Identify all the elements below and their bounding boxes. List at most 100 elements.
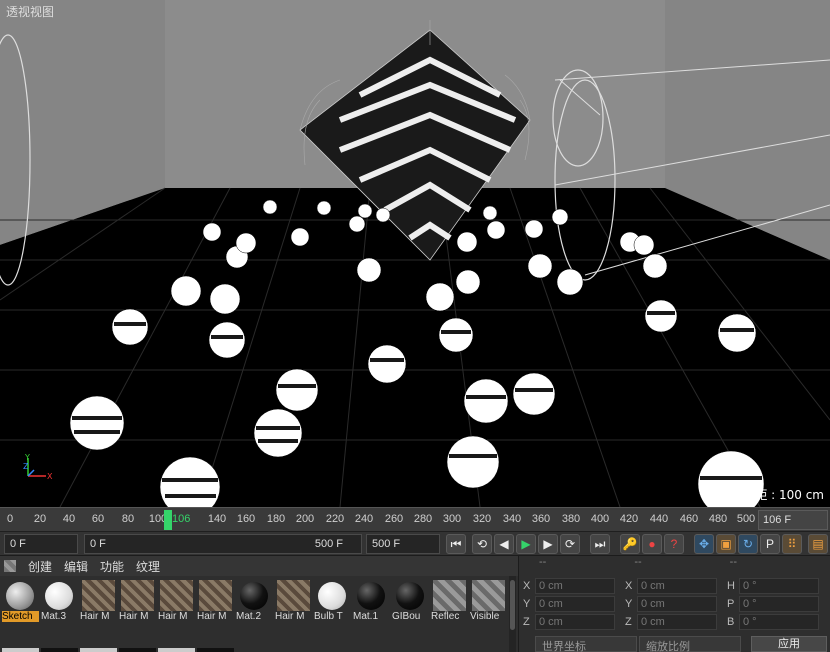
start-frame-field[interactable]: 0 F: [4, 534, 78, 554]
material-swatch[interactable]: Reflec: [431, 578, 468, 624]
end-frame-field[interactable]: 500 F: [366, 534, 440, 554]
rotation-header: --: [729, 556, 737, 568]
coord-value[interactable]: 0 cm: [535, 596, 615, 612]
material-swatch[interactable]: Bulb T: [314, 578, 351, 624]
scrollbar-thumb[interactable]: [510, 580, 515, 630]
ruler-tick-label: 220: [325, 513, 345, 525]
coord-value[interactable]: 0 °: [739, 596, 819, 612]
material-swatch[interactable]: Sketch: [2, 578, 39, 624]
viewport-title[interactable]: 透视视图: [6, 3, 54, 20]
frame-range-slider[interactable]: 0 F 500 F: [84, 534, 362, 554]
go-to-start-button[interactable]: ⏮: [446, 534, 466, 554]
cinema4d-window: 透视视图 网格间距 : 100 cm Y Z X 0 20 40 60 80 100 140…: [0, 0, 830, 652]
material-swatch[interactable]: Hair M: [119, 578, 156, 624]
size-header: --: [634, 556, 642, 568]
coord-axis-label: B: [727, 616, 735, 628]
perspective-viewport[interactable]: 透视视图 网格间距 : 100 cm Y Z X: [0, 0, 830, 507]
range-start-label: 0 F: [90, 538, 106, 550]
material-swatch[interactable]: Mat.3: [41, 578, 78, 624]
material-swatch[interactable]: Hair M: [275, 578, 312, 624]
coord-value[interactable]: 0 cm: [637, 578, 717, 594]
material-swatch[interactable]: Hair M: [158, 578, 195, 624]
material-name: Hair M: [275, 611, 305, 622]
material-swatch[interactable]: [119, 648, 156, 652]
material-swatch[interactable]: Hair M: [80, 578, 117, 624]
ruler-ticks[interactable]: 0 20 40 60 80 100 140 160 180 200 220 240 260 280 300 3…: [0, 508, 755, 532]
apply-button[interactable]: 应用: [751, 636, 827, 652]
axis-x-label: X: [47, 472, 53, 481]
coord-value[interactable]: 0 cm: [637, 614, 717, 630]
material-swatch[interactable]: [2, 648, 39, 652]
ruler-tick-label: 20: [33, 513, 47, 525]
material-swatch[interactable]: GIBou: [392, 578, 429, 624]
timeline-ruler[interactable]: 0 20 40 60 80 100 140 160 180 200 220 240 260 280 300 3…: [0, 507, 830, 531]
material-preview-icon: [394, 580, 427, 611]
material-swatch[interactable]: [80, 648, 117, 652]
play-button[interactable]: ▶: [516, 534, 536, 554]
ruler-tick-label: 0: [6, 513, 14, 525]
axis-gizmo-icon: Y Z X: [23, 454, 53, 481]
current-frame-field[interactable]: 106 F: [758, 510, 828, 530]
material-preview-icon: [238, 580, 271, 611]
material-preview-icon: [472, 580, 505, 611]
scale-tool-icon[interactable]: ▣: [716, 534, 736, 554]
key-icon[interactable]: 🔑: [620, 534, 640, 554]
rotate-tool-icon[interactable]: ↻: [738, 534, 758, 554]
grid-spacing-status: 网格间距 : 100 cm: [719, 488, 824, 502]
coord-field[interactable]: H 0 °: [727, 578, 819, 594]
material-preview-icon: [4, 580, 37, 611]
coord-value[interactable]: 0 cm: [637, 596, 717, 612]
material-preview-icon: [355, 580, 388, 611]
coord-field[interactable]: X 0 cm: [523, 578, 615, 594]
menu-function[interactable]: 功能: [100, 558, 124, 575]
coord-value[interactable]: 0 cm: [535, 578, 615, 594]
coord-field[interactable]: Y 0 cm: [523, 596, 615, 612]
menu-texture[interactable]: 纹理: [136, 558, 160, 575]
material-name: Visible: [470, 611, 500, 622]
coord-field[interactable]: X 0 cm: [625, 578, 717, 594]
parameter-icon[interactable]: P: [760, 534, 780, 554]
menu-create[interactable]: 创建: [28, 558, 52, 575]
next-frame-button[interactable]: ▶: [538, 534, 558, 554]
material-name: Hair M: [197, 611, 227, 622]
coord-field[interactable]: Z 0 cm: [523, 614, 615, 630]
coord-axis-label: Y: [625, 598, 633, 610]
coord-value[interactable]: 0 cm: [535, 614, 615, 630]
record-button[interactable]: ●: [642, 534, 662, 554]
material-scrollbar[interactable]: [509, 576, 516, 652]
material-swatch[interactable]: [41, 648, 78, 652]
ruler-tick-label: 180: [266, 513, 286, 525]
coord-axis-label: Y: [523, 598, 531, 610]
prev-frame-button[interactable]: ◀: [494, 534, 514, 554]
grid-snap-icon[interactable]: ⠿: [782, 534, 802, 554]
material-swatch[interactable]: [158, 648, 195, 652]
move-tool-icon[interactable]: ✥: [694, 534, 714, 554]
menu-edit[interactable]: 编辑: [64, 558, 88, 575]
coord-system-select[interactable]: 世界坐标: [535, 636, 637, 652]
ruler-tick-label: 320: [472, 513, 492, 525]
coord-field[interactable]: Z 0 cm: [625, 614, 717, 630]
prev-key-button[interactable]: ⟲: [472, 534, 492, 554]
coordinates-manager: -- -- -- X 0 cm X 0 cm H 0 ° Y 0 cm Y 0 cm P 0 ° Z 0 …: [518, 555, 830, 652]
playhead-marker[interactable]: [164, 510, 172, 530]
material-swatch[interactable]: [197, 648, 234, 652]
coord-value[interactable]: 0 °: [739, 614, 819, 630]
material-name: Mat.2: [236, 611, 262, 622]
scene-render: [0, 0, 830, 507]
material-name: Bulb T: [314, 611, 343, 622]
coord-field[interactable]: Y 0 cm: [625, 596, 717, 612]
material-swatch[interactable]: Mat.1: [353, 578, 390, 624]
material-swatch[interactable]: Mat.2: [236, 578, 273, 624]
coord-axis-label: Z: [625, 616, 632, 628]
coord-value[interactable]: 0 °: [739, 578, 819, 594]
next-key-button[interactable]: ⟳: [560, 534, 580, 554]
go-to-end-button[interactable]: ⏭: [590, 534, 610, 554]
scale-mode-select[interactable]: 缩放比例: [639, 636, 741, 652]
timeline-icon[interactable]: ▤: [808, 534, 828, 554]
material-swatch[interactable]: Hair M: [197, 578, 234, 624]
help-button[interactable]: ?: [664, 534, 684, 554]
material-swatch[interactable]: Visible: [470, 578, 507, 624]
material-name: Hair M: [80, 611, 110, 622]
coord-field[interactable]: B 0 °: [727, 614, 819, 630]
coord-field[interactable]: P 0 °: [727, 596, 819, 612]
